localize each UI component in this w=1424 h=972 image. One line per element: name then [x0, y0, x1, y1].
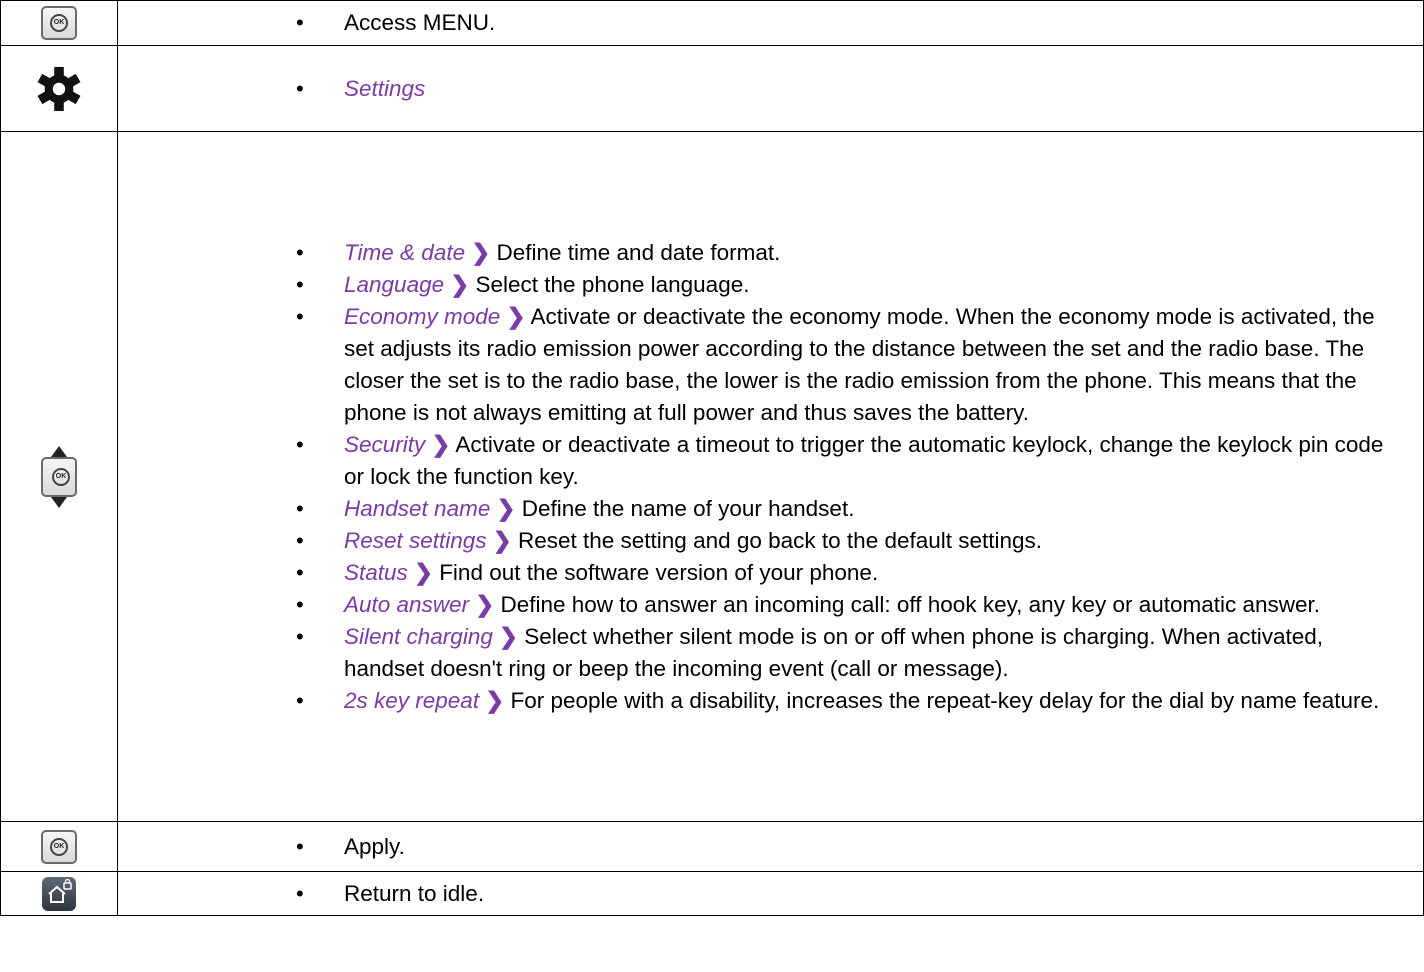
item-description: Activate or deactivate a timeout to trig… — [344, 431, 1384, 489]
step-row: Return to idle. — [0, 871, 1424, 916]
chevron-right-icon: ❯ — [492, 527, 512, 553]
item-description: Select the phone language. — [475, 271, 750, 297]
menu-term: Settings — [344, 75, 426, 101]
list-item: 2s key repeat ❯ For people with a disabi… — [118, 685, 1403, 717]
instruction-table: OK Access MENU. — [0, 0, 1424, 916]
list-item: Security ❯ Activate or deactivate a time… — [118, 429, 1403, 493]
ok-key-icon: OK — [41, 6, 77, 40]
step-text-cell: Time & date ❯ Define time and date forma… — [117, 131, 1424, 822]
list-item: Time & date ❯ Define time and date forma… — [118, 237, 1403, 269]
item-description: Reset the setting and go back to the def… — [517, 527, 1043, 553]
step-list: Access MENU. — [118, 7, 1423, 39]
menu-term: Time & date — [344, 239, 466, 265]
chevron-right-icon: ❯ — [471, 239, 491, 265]
item-description: For people with a disability, increases … — [510, 687, 1380, 713]
list-item: Settings — [118, 73, 1403, 105]
ok-key-icon: OK — [41, 829, 77, 864]
item-description: Define time and date format. — [496, 239, 781, 265]
chevron-right-icon: ❯ — [450, 271, 470, 297]
chevron-right-icon: ❯ — [496, 495, 516, 521]
menu-term: Status — [344, 559, 408, 585]
step-icon-cell: OK — [0, 0, 118, 46]
chevron-right-icon: ❯ — [485, 687, 505, 713]
list-item: Language ❯ Select the phone language. — [118, 269, 1403, 301]
chevron-right-icon: ❯ — [414, 559, 433, 585]
step-row: OK Access MENU. — [0, 0, 1424, 46]
list-item: Handset name ❯ Define the name of your h… — [118, 493, 1403, 525]
chevron-right-icon: ❯ — [506, 303, 526, 329]
menu-term: Reset settings — [344, 527, 487, 553]
menu-term: Silent charging — [344, 623, 493, 649]
step-text: Access MENU. — [344, 10, 496, 35]
chevron-right-icon: ❯ — [475, 591, 495, 617]
step-list: Apply. — [118, 831, 1423, 863]
list-item: Return to idle. — [118, 878, 1403, 910]
settings-list: Time & date ❯ Define time and date forma… — [118, 237, 1423, 717]
menu-term: 2s key repeat — [344, 687, 480, 713]
home-key-icon — [42, 876, 76, 911]
arrow-up-icon — [51, 445, 67, 457]
list-item: Access MENU. — [118, 7, 1403, 39]
arrow-down-icon — [51, 496, 67, 508]
step-icon-cell — [0, 45, 118, 132]
list-item: Auto answer ❯ Define how to answer an in… — [118, 589, 1403, 621]
menu-term: Handset name — [344, 495, 491, 521]
step-text-cell: Apply. — [117, 821, 1424, 872]
step-list: Return to idle. — [118, 878, 1423, 910]
step-text-cell: Settings — [117, 45, 1424, 132]
step-row: OK Apply. — [0, 821, 1424, 872]
step-row: OK Time & date ❯ Define time and date fo… — [0, 131, 1424, 822]
list-item: Reset settings ❯ Reset the setting and g… — [118, 525, 1403, 557]
list-item: Status ❯ Find out the software version o… — [118, 557, 1403, 589]
step-list: Settings — [118, 73, 1423, 105]
gear-icon — [37, 66, 81, 111]
chevron-right-icon: ❯ — [499, 623, 518, 649]
step-text: Return to idle. — [344, 880, 485, 906]
step-icon-cell: OK — [0, 821, 118, 872]
item-description: Find out the software version of your ph… — [439, 559, 879, 585]
item-description: Define the name of your handset. — [521, 495, 855, 521]
menu-term: Language — [344, 271, 445, 297]
step-text-cell: Access MENU. — [117, 0, 1424, 46]
step-row: Settings — [0, 45, 1424, 132]
chevron-right-icon: ❯ — [431, 431, 451, 457]
list-item: Economy mode ❯ Activate or deactivate th… — [118, 301, 1403, 429]
step-text-cell: Return to idle. — [117, 871, 1424, 916]
step-icon-cell: OK — [0, 131, 118, 822]
menu-term: Auto answer — [344, 591, 470, 617]
navigation-key-icon: OK — [39, 445, 79, 508]
step-text: Apply. — [344, 833, 405, 859]
menu-term: Security — [344, 431, 426, 457]
item-description: Define how to answer an incoming call: o… — [500, 591, 1321, 617]
step-icon-cell — [0, 871, 118, 916]
menu-term: Economy mode — [344, 303, 501, 329]
house-icon — [48, 878, 72, 903]
list-item: Apply. — [118, 831, 1403, 863]
list-item: Silent charging ❯ Select whether silent … — [118, 621, 1403, 685]
